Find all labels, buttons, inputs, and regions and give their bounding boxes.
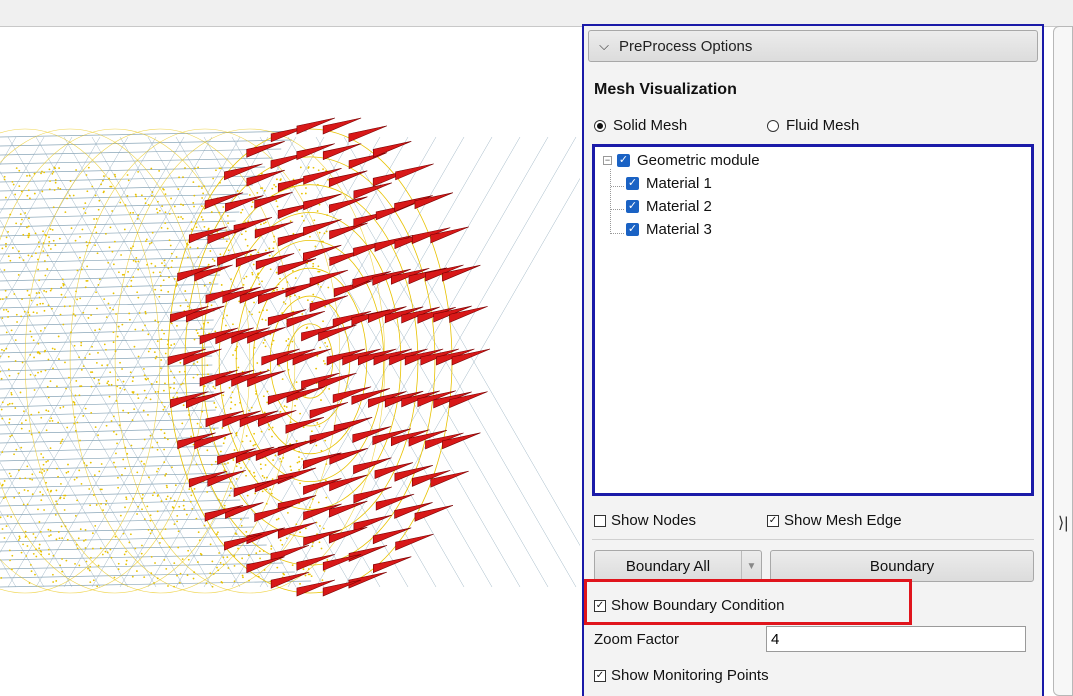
tree-item-material-1[interactable]: ✓ Material 1 bbox=[626, 175, 712, 192]
zoom-factor-label: Zoom Factor bbox=[594, 631, 680, 648]
boundary-button-label: Boundary bbox=[869, 557, 935, 575]
tree-item-label: Geometric module bbox=[637, 152, 760, 169]
tree-item-label: Material 2 bbox=[646, 198, 712, 215]
show-nodes-checkbox[interactable]: Show Nodes bbox=[594, 512, 696, 529]
mesh-3d-render bbox=[0, 117, 580, 597]
show-monitoring-points-checkbox[interactable]: ✓ Show Monitoring Points bbox=[594, 667, 769, 684]
preprocess-options-panel: ⌵ PreProcess Options Mesh Visualization … bbox=[582, 24, 1044, 696]
tree-connector bbox=[611, 209, 624, 210]
solid-mesh-label: Solid Mesh bbox=[613, 117, 688, 134]
collapse-right-icon[interactable]: ⟩| bbox=[1058, 513, 1068, 533]
checkbox-checked-icon: ✓ bbox=[594, 669, 606, 682]
tree-connector bbox=[611, 186, 624, 187]
tree-connector bbox=[610, 169, 611, 234]
checkbox-checked-icon[interactable]: ✓ bbox=[626, 177, 639, 190]
tree-item-label: Material 3 bbox=[646, 221, 712, 238]
triangle-down-icon[interactable]: ▼ bbox=[741, 551, 761, 581]
radio-unselected-icon bbox=[767, 119, 779, 132]
chevron-down-icon[interactable]: ⌵ bbox=[589, 38, 619, 54]
divider bbox=[592, 539, 1034, 540]
boundary-button[interactable]: Boundary bbox=[770, 550, 1034, 582]
boundary-all-dropdown[interactable]: Boundary All ▼ bbox=[594, 550, 762, 582]
solid-mesh-radio[interactable]: Solid Mesh bbox=[594, 117, 687, 134]
mesh-visualization-title: Mesh Visualization bbox=[594, 81, 737, 98]
fluid-mesh-radio[interactable]: Fluid Mesh bbox=[767, 117, 859, 134]
checkbox-checked-icon: ✓ bbox=[594, 599, 606, 612]
checkbox-checked-icon[interactable]: ✓ bbox=[617, 154, 630, 167]
checkbox-unchecked-icon bbox=[594, 514, 606, 527]
checkbox-checked-icon[interactable]: ✓ bbox=[626, 223, 639, 236]
checkbox-checked-icon: ✓ bbox=[767, 514, 779, 527]
show-monitoring-points-label: Show Monitoring Points bbox=[611, 667, 769, 684]
collapse-tree-icon[interactable]: − bbox=[603, 156, 612, 165]
mesh-viewport[interactable] bbox=[0, 27, 580, 696]
show-nodes-label: Show Nodes bbox=[611, 512, 697, 529]
tree-connector bbox=[611, 233, 624, 234]
tree-item-label: Material 1 bbox=[646, 175, 712, 192]
show-mesh-edge-checkbox[interactable]: ✓ Show Mesh Edge bbox=[767, 512, 902, 529]
geometry-tree[interactable]: − ✓ Geometric module ✓ Material 1 ✓ Mate… bbox=[592, 144, 1034, 496]
fluid-mesh-label: Fluid Mesh bbox=[786, 117, 860, 134]
top-toolbar bbox=[0, 0, 1073, 27]
show-boundary-condition-checkbox[interactable]: ✓ Show Boundary Condition bbox=[594, 597, 784, 614]
tree-item-geometric-module[interactable]: − ✓ Geometric module bbox=[603, 152, 760, 169]
preprocess-options-title: PreProcess Options bbox=[619, 37, 753, 55]
side-panel-strip bbox=[1053, 26, 1073, 696]
boundary-all-label: Boundary All bbox=[625, 557, 711, 575]
radio-selected-icon bbox=[594, 119, 606, 132]
show-boundary-condition-label: Show Boundary Condition bbox=[611, 597, 785, 614]
checkbox-checked-icon[interactable]: ✓ bbox=[626, 200, 639, 213]
preprocess-options-header[interactable]: ⌵ PreProcess Options bbox=[588, 30, 1038, 62]
tree-item-material-2[interactable]: ✓ Material 2 bbox=[626, 198, 712, 215]
show-mesh-edge-label: Show Mesh Edge bbox=[784, 512, 902, 529]
zoom-factor-input[interactable] bbox=[766, 626, 1026, 652]
tree-item-material-3[interactable]: ✓ Material 3 bbox=[626, 221, 712, 238]
